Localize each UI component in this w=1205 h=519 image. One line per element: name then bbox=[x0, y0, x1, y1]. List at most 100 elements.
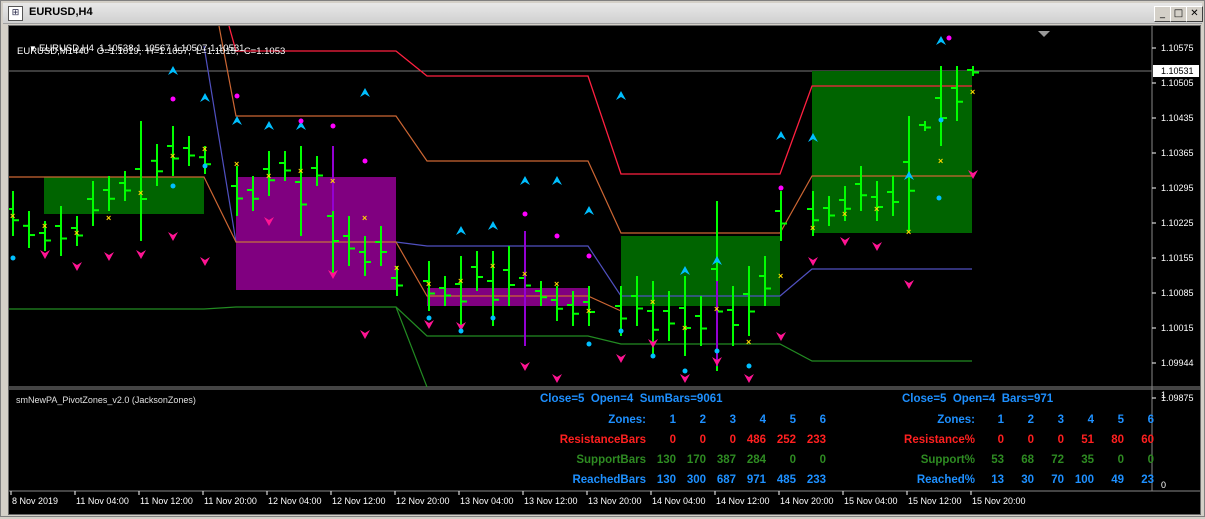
down-arrow-icon bbox=[680, 374, 690, 383]
pivot-dot bbox=[778, 185, 784, 191]
down-arrow-icon bbox=[360, 330, 370, 339]
reached-cell: 13 bbox=[991, 474, 1004, 486]
pivot-dot bbox=[170, 183, 176, 189]
cross-marker: × bbox=[970, 87, 975, 97]
zones-cell: 5 bbox=[789, 414, 796, 426]
cross-marker: × bbox=[554, 279, 559, 289]
pivot-dot bbox=[522, 211, 528, 217]
cross-marker: × bbox=[330, 176, 335, 186]
down-arrow-icon bbox=[744, 374, 754, 383]
window-title: EURUSD,H4 bbox=[29, 6, 93, 18]
up-arrow-icon bbox=[200, 93, 210, 102]
down-arrow-icon bbox=[872, 242, 882, 251]
price-label: 1.10295 bbox=[1161, 183, 1194, 193]
resistance-cell: 0 bbox=[669, 434, 676, 446]
cross-marker: × bbox=[234, 159, 239, 169]
time-label: 12 Nov 20:00 bbox=[396, 496, 450, 506]
pivot-dot bbox=[586, 253, 592, 259]
reached-cell: 233 bbox=[806, 474, 826, 486]
zones-cell: 4 bbox=[759, 414, 766, 426]
resistance-cell: 0 bbox=[1057, 434, 1064, 446]
support-cell: 130 bbox=[656, 454, 676, 466]
cross-marker: × bbox=[170, 151, 175, 161]
pivot-dot bbox=[330, 123, 336, 129]
title-bar[interactable]: ⊞ EURUSD,H4 _ □ ✕ bbox=[3, 3, 1203, 24]
price-label: 1.10365 bbox=[1161, 148, 1194, 158]
down-arrow-icon bbox=[104, 252, 114, 261]
current-price-label: 1.10531 bbox=[1161, 66, 1194, 76]
resistance-row-label: Resistance% bbox=[904, 434, 975, 446]
pivot-dot bbox=[936, 195, 942, 201]
cross-marker: × bbox=[266, 171, 271, 181]
resistance-cell: 51 bbox=[1081, 434, 1094, 446]
indicator-name: smNewPA_PivotZones_v2.0 (JacksonZones) bbox=[16, 395, 196, 405]
pivot-dot bbox=[10, 255, 16, 261]
time-label: 11 Nov 20:00 bbox=[204, 496, 257, 506]
cross-marker: × bbox=[394, 263, 399, 273]
down-arrow-icon bbox=[136, 250, 146, 259]
resistance-cell: 0 bbox=[729, 434, 736, 446]
up-arrow-icon bbox=[360, 88, 370, 97]
down-arrow-icon bbox=[168, 232, 178, 241]
right-header: Close=5 Open=4 Bars=971 bbox=[902, 393, 1054, 405]
zones-row-label: Zones: bbox=[937, 414, 975, 426]
cross-marker: × bbox=[106, 213, 111, 223]
close-button[interactable]: ✕ bbox=[1186, 6, 1203, 22]
down-arrow-icon bbox=[200, 257, 210, 266]
support-cell: 35 bbox=[1081, 454, 1094, 466]
down-arrow-icon bbox=[840, 237, 850, 246]
support-cell: 0 bbox=[1147, 454, 1154, 466]
cross-marker: × bbox=[906, 227, 911, 237]
zones-cell: 3 bbox=[1057, 414, 1064, 426]
support-cell: 284 bbox=[746, 454, 766, 466]
reached-cell: 23 bbox=[1141, 474, 1154, 486]
chart-shift-marker[interactable] bbox=[1038, 31, 1050, 37]
down-arrow-icon bbox=[520, 362, 530, 371]
cross-marker: × bbox=[458, 276, 463, 286]
price-label: 1.10435 bbox=[1161, 113, 1194, 123]
pivot-dot bbox=[170, 96, 176, 102]
resistance-cell: 233 bbox=[806, 434, 826, 446]
reached-cell: 300 bbox=[686, 474, 706, 486]
resistance-row-label: ResistanceBars bbox=[559, 434, 646, 446]
up-arrow-icon bbox=[776, 131, 786, 140]
pivot-dot bbox=[234, 93, 240, 99]
support-cell: 0 bbox=[789, 454, 796, 466]
cross-marker: × bbox=[650, 297, 655, 307]
resistance-zone bbox=[427, 288, 588, 306]
support-cell: 68 bbox=[1021, 454, 1034, 466]
indicator-scale-top: 1 bbox=[1161, 390, 1166, 400]
chart-area[interactable]: × × × × × × × × × × × × × × × × × × × × × × × × × × × × × × 1.10575 1.… bbox=[7, 25, 1201, 515]
support-row-label: Support% bbox=[920, 454, 975, 466]
support-cell: 0 bbox=[819, 454, 826, 466]
up-arrow-icon bbox=[584, 206, 594, 215]
minimize-button[interactable]: _ bbox=[1154, 6, 1171, 22]
time-label: 13 Nov 20:00 bbox=[588, 496, 642, 506]
support-cell: 170 bbox=[686, 454, 706, 466]
reached-cell: 130 bbox=[656, 474, 676, 486]
cross-marker: × bbox=[138, 188, 143, 198]
up-arrow-icon bbox=[264, 121, 274, 130]
up-arrow-icon bbox=[232, 116, 242, 125]
reached-cell: 100 bbox=[1074, 474, 1094, 486]
support-cell: 0 bbox=[1117, 454, 1124, 466]
indicator-scale-bottom: 0 bbox=[1161, 480, 1166, 490]
resistance-cell: 486 bbox=[746, 434, 766, 446]
zones-cell: 2 bbox=[1027, 414, 1034, 426]
support-cell: 53 bbox=[991, 454, 1004, 466]
time-label: 11 Nov 12:00 bbox=[140, 496, 193, 506]
resistance-cell: 80 bbox=[1111, 434, 1124, 446]
cross-marker: × bbox=[362, 213, 367, 223]
pivot-dot bbox=[298, 118, 304, 124]
time-label: 12 Nov 04:00 bbox=[268, 496, 322, 506]
cross-marker: × bbox=[74, 228, 79, 238]
reached-cell: 70 bbox=[1051, 474, 1064, 486]
pivot-dot bbox=[554, 233, 560, 239]
cross-marker: × bbox=[586, 306, 591, 316]
reached-row-label: Reached% bbox=[916, 474, 975, 486]
cross-marker: × bbox=[874, 204, 879, 214]
pivot-dot bbox=[650, 353, 656, 359]
time-label: 11 Nov 04:00 bbox=[76, 496, 129, 506]
maximize-button[interactable]: □ bbox=[1170, 6, 1187, 22]
time-label: 14 Nov 20:00 bbox=[780, 496, 834, 506]
